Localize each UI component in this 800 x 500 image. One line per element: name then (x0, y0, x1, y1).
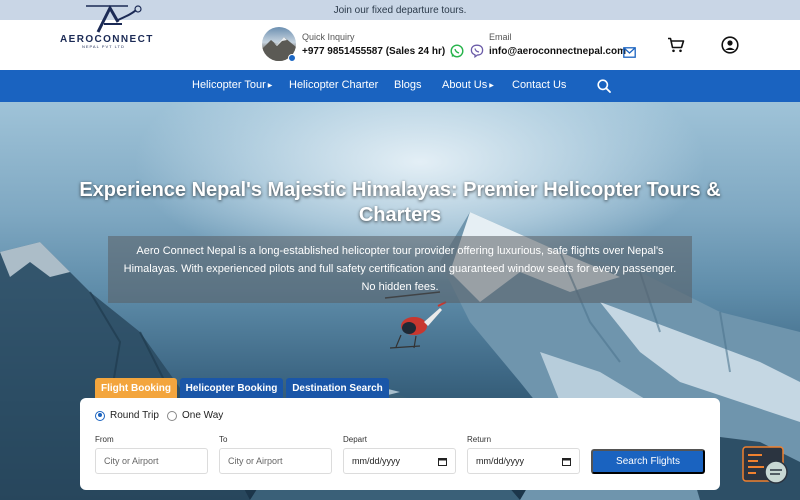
tab-destination-search[interactable]: Destination Search (286, 378, 389, 399)
depart-date-value: mm/dd/yyyy (352, 456, 401, 466)
nav-item-label: Contact Us (512, 79, 567, 91)
viber-icon[interactable] (470, 44, 484, 59)
from-placeholder: City or Airport (104, 456, 159, 466)
nav-item-blogs[interactable]: Blogs (394, 79, 422, 91)
chat-icon (742, 446, 788, 484)
one-way-radio[interactable]: One Way (167, 410, 223, 421)
nav-item-label: Helicopter Charter (289, 79, 379, 91)
dropdown-caret-icon: ▶ (267, 83, 273, 89)
chat-widget[interactable] (742, 446, 790, 486)
email-link[interactable]: info@aeroconnectnepal.com (489, 46, 626, 57)
hero-title: Experience Nepal's Majestic Himalayas: P… (79, 179, 721, 226)
nav-item-label: Helicopter Tour (192, 79, 266, 91)
nav-item-label: About Us (442, 79, 488, 91)
calendar-icon[interactable] (438, 457, 447, 466)
return-date-input[interactable]: mm/dd/yyyy (467, 448, 580, 474)
radio-unselected-icon (167, 410, 177, 421)
from-input[interactable]: City or Airport (95, 448, 208, 474)
tab-helicopter-booking[interactable]: Helicopter Booking (180, 378, 283, 399)
nav-item-contact-us[interactable]: Contact Us (512, 79, 566, 91)
user-icon[interactable] (721, 36, 739, 54)
email-label: Email (489, 32, 512, 42)
round-trip-radio[interactable]: Round Trip (95, 410, 159, 421)
tab-flight-booking[interactable]: Flight Booking (95, 378, 177, 399)
main-nav: Helicopter Tour ▶ Helicopter Charter Blog… (0, 70, 800, 102)
radio-label: Round Trip (110, 410, 159, 421)
mail-icon[interactable] (623, 45, 636, 58)
nav-item-about-us[interactable]: About Us ▶ (442, 79, 494, 91)
radio-label: One Way (182, 410, 224, 421)
logo-subtitle: NEPAL PVT LTD (82, 44, 125, 49)
whatsapp-icon[interactable] (450, 44, 464, 58)
search-flights-button[interactable]: Search Flights (591, 449, 705, 474)
nav-item-helicopter-charter[interactable]: Helicopter Charter (289, 79, 378, 91)
return-date-value: mm/dd/yyyy (476, 456, 525, 466)
site-logo[interactable]: AEROCONNECT NEPAL PVT LTD (58, 2, 158, 49)
hero-description: Aero Connect Nepal is a long-established… (108, 236, 692, 303)
search-icon[interactable] (597, 79, 611, 93)
radio-selected-icon (95, 410, 105, 421)
return-label: Return (467, 435, 492, 444)
depart-date-input[interactable]: mm/dd/yyyy (343, 448, 456, 474)
nav-item-helicopter-tour[interactable]: Helicopter Tour ▶ (192, 79, 272, 91)
inquiry-label: Quick Inquiry (302, 32, 355, 42)
from-label: From (95, 435, 114, 444)
sales-phone-link[interactable]: +977 9851455587 (Sales 24 hr) (302, 46, 445, 57)
cart-icon[interactable] (667, 37, 685, 53)
flight-booking-form: Round Trip One Way From City or Airport … (80, 398, 720, 490)
dropdown-caret-icon: ▶ (489, 83, 494, 89)
to-label: To (219, 435, 228, 444)
online-status-dot (288, 54, 296, 62)
to-placeholder: City or Airport (228, 456, 283, 466)
to-input[interactable]: City or Airport (219, 448, 332, 474)
depart-label: Depart (343, 435, 368, 444)
announcement-text: Join our fixed departure tours. (333, 4, 467, 16)
calendar-icon[interactable] (562, 457, 571, 466)
nav-item-label: Blogs (394, 79, 422, 91)
